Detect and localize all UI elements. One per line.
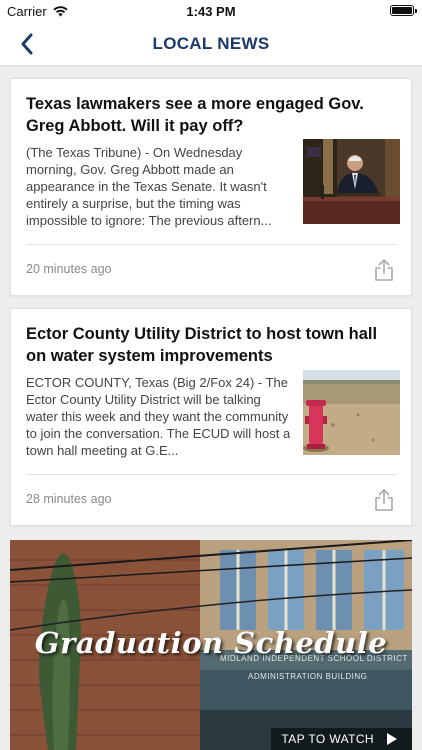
article-summary: (The Texas Tribune) - On Wednesday morni…: [26, 145, 272, 228]
play-icon: [387, 733, 397, 745]
tap-to-watch-label: TAP TO WATCH: [281, 732, 374, 746]
news-card[interactable]: Ector County Utility District to host to…: [10, 308, 412, 526]
article-thumbnail[interactable]: [303, 370, 400, 455]
article-timestamp: 20 minutes ago: [26, 262, 112, 276]
article-timestamp: 28 minutes ago: [26, 492, 112, 506]
nav-bar: LOCAL NEWS: [0, 22, 422, 66]
article-summary: ECTOR COUNTY, Texas (Big 2/Fox 24) - The…: [26, 375, 291, 458]
thumbnail-image: [303, 139, 400, 224]
status-time: 1:43 PM: [186, 4, 236, 19]
share-button[interactable]: [373, 488, 395, 512]
video-overlay-title: Graduation Schedule: [34, 626, 388, 660]
card-divider: [26, 474, 396, 475]
battery-fill: [392, 7, 412, 14]
share-icon: [375, 489, 393, 511]
tap-to-watch-button[interactable]: TAP TO WATCH: [271, 728, 412, 750]
article-thumbnail[interactable]: [303, 139, 400, 224]
article-title[interactable]: Ector County Utility District to host to…: [26, 323, 398, 367]
video-card[interactable]: MIDLAND INDEPENDENT SCHOOL DISTRICT ADMI…: [10, 540, 412, 750]
news-card[interactable]: Texas lawmakers see a more engaged Gov. …: [10, 78, 412, 296]
article-title[interactable]: Texas lawmakers see a more engaged Gov. …: [26, 93, 398, 137]
status-bar: Carrier 1:43 PM: [0, 0, 422, 22]
page-title: LOCAL NEWS: [152, 34, 270, 53]
thumbnail-image: [303, 370, 400, 455]
battery-icon: [390, 5, 417, 16]
share-icon: [375, 259, 393, 281]
share-button[interactable]: [373, 258, 395, 282]
building-sign-admin: ADMINISTRATION BUILDING: [248, 672, 368, 681]
card-divider: [26, 244, 396, 245]
